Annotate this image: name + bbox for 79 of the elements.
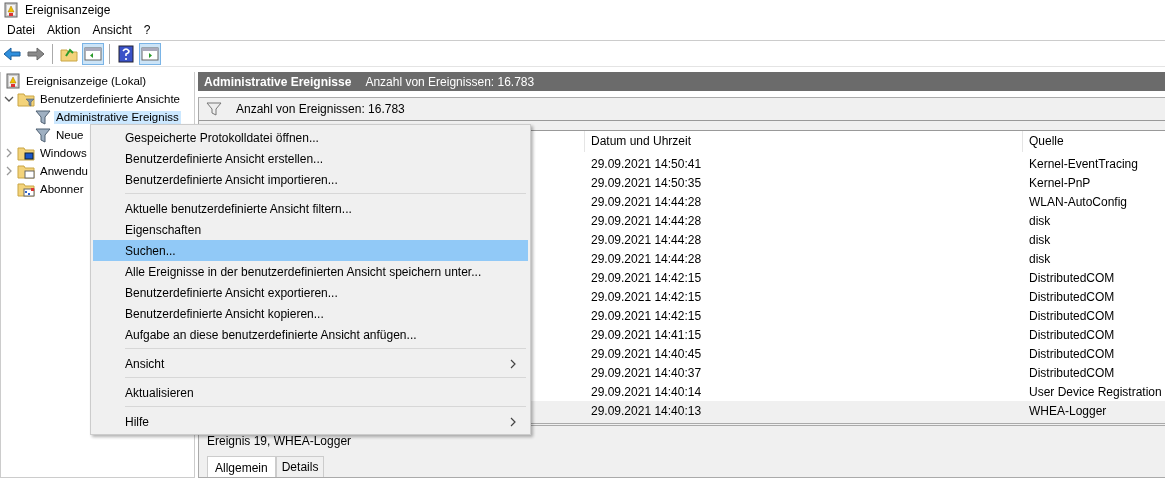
date-cell-text: 29.09.2021 14:40:13 bbox=[590, 403, 703, 418]
date-cell-text: 29.09.2021 14:42:15 bbox=[590, 289, 703, 304]
date-cell-text: 29.09.2021 14:42:15 bbox=[590, 308, 703, 323]
tree-item[interactable]: Administrative Ereigniss bbox=[54, 110, 181, 124]
folder-filter-icon bbox=[17, 91, 35, 107]
menu-item[interactable]: Benutzerdefinierte Ansicht exportieren... bbox=[93, 282, 528, 303]
date-cell-text: 29.09.2021 14:40:14 bbox=[590, 384, 703, 399]
source-cell-text: User Device Registration bbox=[1028, 384, 1163, 399]
menu-item[interactable]: Benutzerdefinierte Ansicht importieren... bbox=[93, 169, 528, 190]
menu-item[interactable]: Suchen... bbox=[93, 240, 528, 261]
source-cell-text: DistributedCOM bbox=[1028, 365, 1116, 380]
date-cell-text: 29.09.2021 14:42:15 bbox=[590, 270, 703, 285]
window-title: Ereignisanzeige bbox=[25, 3, 111, 17]
date-cell-text: 29.09.2021 14:40:45 bbox=[590, 346, 703, 361]
menu-item[interactable]: Benutzerdefinierte Ansicht kopieren... bbox=[93, 303, 528, 324]
source-cell-text: disk bbox=[1028, 251, 1052, 266]
source-cell-text: disk bbox=[1028, 232, 1052, 247]
filter-icon bbox=[35, 127, 51, 143]
date-cell-text: 29.09.2021 14:50:41 bbox=[590, 156, 703, 171]
date-cell-text: 29.09.2021 14:44:28 bbox=[590, 232, 703, 247]
date-cell-text: 29.09.2021 14:40:37 bbox=[590, 365, 703, 380]
menu-item[interactable]: Gespeicherte Protokolldatei öffnen... bbox=[93, 127, 528, 148]
tab[interactable]: Allgemein bbox=[207, 456, 276, 477]
menu-item[interactable]: Alle Ereignisse in der benutzerdefinierten Ansicht speichern unter... bbox=[93, 261, 528, 282]
date-cell-text: 29.09.2021 14:44:28 bbox=[590, 251, 703, 266]
tree-item[interactable]: Neue bbox=[54, 128, 86, 142]
event-title: Ereignis 19, WHEA-Logger bbox=[207, 434, 353, 448]
date-cell-text: 29.09.2021 14:41:15 bbox=[590, 327, 703, 342]
collapse-chevron-icon[interactable] bbox=[4, 94, 14, 104]
menu-item[interactable]: Ansicht bbox=[93, 353, 528, 374]
menu-item[interactable]: Datei bbox=[1, 23, 41, 37]
date-cell-text: 29.09.2021 14:44:28 bbox=[590, 194, 703, 209]
filter-text: Anzahl von Ereignissen: 16.783 bbox=[236, 102, 405, 116]
source-cell-text: Kernel-EventTracing bbox=[1028, 156, 1139, 171]
pane-title: Administrative Ereignisse bbox=[204, 74, 352, 89]
expand-chevron-icon[interactable] bbox=[4, 148, 14, 158]
folder-window-icon bbox=[17, 163, 35, 179]
show-tree-button[interactable] bbox=[82, 43, 104, 65]
back-arrow-icon bbox=[3, 46, 21, 62]
menu-item[interactable]: Aufgabe an diese benutzerdefinierte Ansicht anfügen... bbox=[93, 324, 528, 345]
event-count: Anzahl von Ereignissen: 16.783 bbox=[365, 74, 535, 89]
source-cell-text: DistributedCOM bbox=[1028, 327, 1116, 342]
pane-right-icon bbox=[141, 46, 159, 62]
source-cell-text: DistributedCOM bbox=[1028, 308, 1116, 323]
tree-item[interactable]: Windows bbox=[38, 146, 89, 160]
date-cell-text: 29.09.2021 14:44:28 bbox=[590, 213, 703, 228]
pane-left-icon bbox=[84, 46, 102, 62]
source-cell-text: disk bbox=[1028, 213, 1052, 228]
folder-up-icon bbox=[60, 46, 78, 62]
menu-item[interactable]: ? bbox=[137, 23, 157, 37]
menu-item[interactable]: Eigenschaften bbox=[93, 219, 528, 240]
expand-chevron-icon[interactable] bbox=[4, 166, 14, 176]
tree-item[interactable]: Anwendu bbox=[38, 164, 90, 178]
help-button[interactable] bbox=[115, 43, 137, 65]
column-header[interactable]: Quelle bbox=[1022, 131, 1165, 152]
menu-item[interactable]: Benutzerdefinierte Ansicht erstellen... bbox=[93, 148, 528, 169]
date-cell-text: 29.09.2021 14:50:35 bbox=[590, 175, 703, 190]
help-icon bbox=[118, 45, 134, 63]
menu-item[interactable]: Aktuelle benutzerdefinierte Ansicht filtern... bbox=[93, 198, 528, 219]
source-cell-text: WLAN-AutoConfig bbox=[1028, 194, 1129, 209]
menu-item[interactable]: Ansicht bbox=[86, 23, 138, 37]
filter-icon bbox=[206, 102, 222, 116]
tree-item[interactable]: Ereignisanzeige (Lokal) bbox=[24, 74, 149, 88]
source-cell-text: DistributedCOM bbox=[1028, 289, 1116, 304]
source-cell-text: WHEA-Logger bbox=[1028, 403, 1108, 418]
source-cell-text: Kernel-PnP bbox=[1028, 175, 1092, 190]
tree-item[interactable]: Benutzerdefinierte Ansichte bbox=[38, 92, 182, 106]
forward-arrow-icon bbox=[27, 46, 45, 62]
source-cell-text: DistributedCOM bbox=[1028, 346, 1116, 361]
menu-item[interactable]: Aktualisieren bbox=[93, 382, 528, 403]
tree-item[interactable]: Abonner bbox=[38, 182, 86, 196]
filter-icon bbox=[35, 109, 51, 125]
folder-calendar-icon bbox=[17, 181, 35, 197]
tab[interactable]: Details bbox=[275, 456, 325, 477]
source-cell-text: DistributedCOM bbox=[1028, 270, 1116, 285]
log-book-icon bbox=[3, 2, 19, 18]
menu-item[interactable]: Aktion bbox=[41, 23, 87, 37]
column-header[interactable]: Datum und Uhrzeit bbox=[584, 131, 1022, 152]
folder-monitor-icon bbox=[17, 145, 35, 161]
